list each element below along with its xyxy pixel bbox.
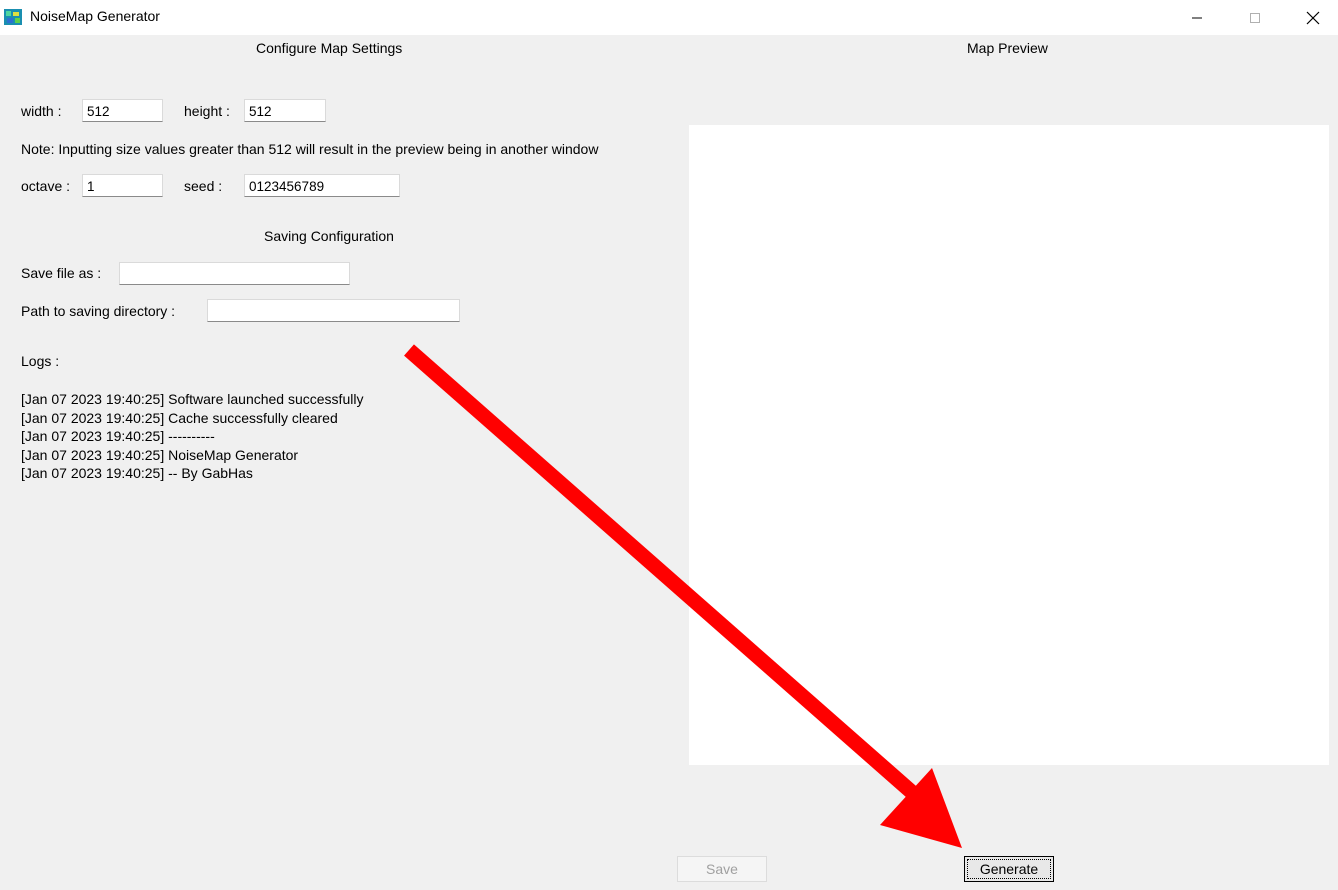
seed-input[interactable] — [244, 174, 400, 197]
title-bar: NoiseMap Generator — [0, 0, 1338, 35]
seed-label: seed : — [184, 178, 223, 194]
save-button[interactable]: Save — [677, 856, 767, 882]
log-line: [Jan 07 2023 19:40:25] Software launched… — [21, 391, 364, 407]
width-label: width : — [21, 103, 62, 119]
log-line: [Jan 07 2023 19:40:25] -- By GabHas — [21, 465, 253, 482]
generate-button[interactable]: Generate — [964, 856, 1054, 882]
size-note: Note: Inputting size values greater than… — [21, 141, 599, 157]
path-input[interactable] — [207, 299, 460, 322]
save-file-input[interactable] — [119, 262, 350, 285]
map-preview-canvas — [689, 125, 1329, 765]
log-line: [Jan 07 2023 19:40:25] Cache successfull… — [21, 409, 338, 426]
width-input[interactable] — [82, 99, 163, 122]
save-file-label: Save file as : — [21, 265, 102, 281]
preview-title: Map Preview — [967, 40, 1048, 56]
focus-rectangle — [967, 859, 1051, 879]
octave-label: octave : — [21, 178, 71, 194]
height-label: height : — [184, 103, 230, 119]
log-line: [Jan 07 2023 19:40:25] ---------- — [21, 428, 215, 445]
minimize-icon — [1192, 17, 1202, 18]
octave-input[interactable] — [82, 174, 163, 197]
save-button-label: Save — [706, 861, 738, 877]
config-section-title: Configure Map Settings — [256, 40, 403, 56]
close-icon — [1306, 11, 1320, 24]
logs-label: Logs : — [21, 353, 60, 369]
height-input[interactable] — [244, 99, 326, 122]
log-line: [Jan 07 2023 19:40:25] NoiseMap Generato… — [21, 446, 299, 463]
log-list: [Jan 07 2023 19:40:25] Software launched… — [21, 390, 363, 483]
path-label: Path to saving directory : — [21, 303, 176, 319]
maximize-icon — [1250, 12, 1260, 23]
arrow-head-icon — [880, 768, 962, 848]
window-title: NoiseMap Generator — [30, 8, 160, 24]
noisemap-app-icon — [4, 9, 22, 25]
saving-section-title: Saving Configuration — [264, 228, 394, 244]
close-button[interactable] — [1290, 0, 1336, 35]
maximize-button[interactable] — [1232, 0, 1278, 35]
minimize-button[interactable] — [1174, 0, 1220, 35]
